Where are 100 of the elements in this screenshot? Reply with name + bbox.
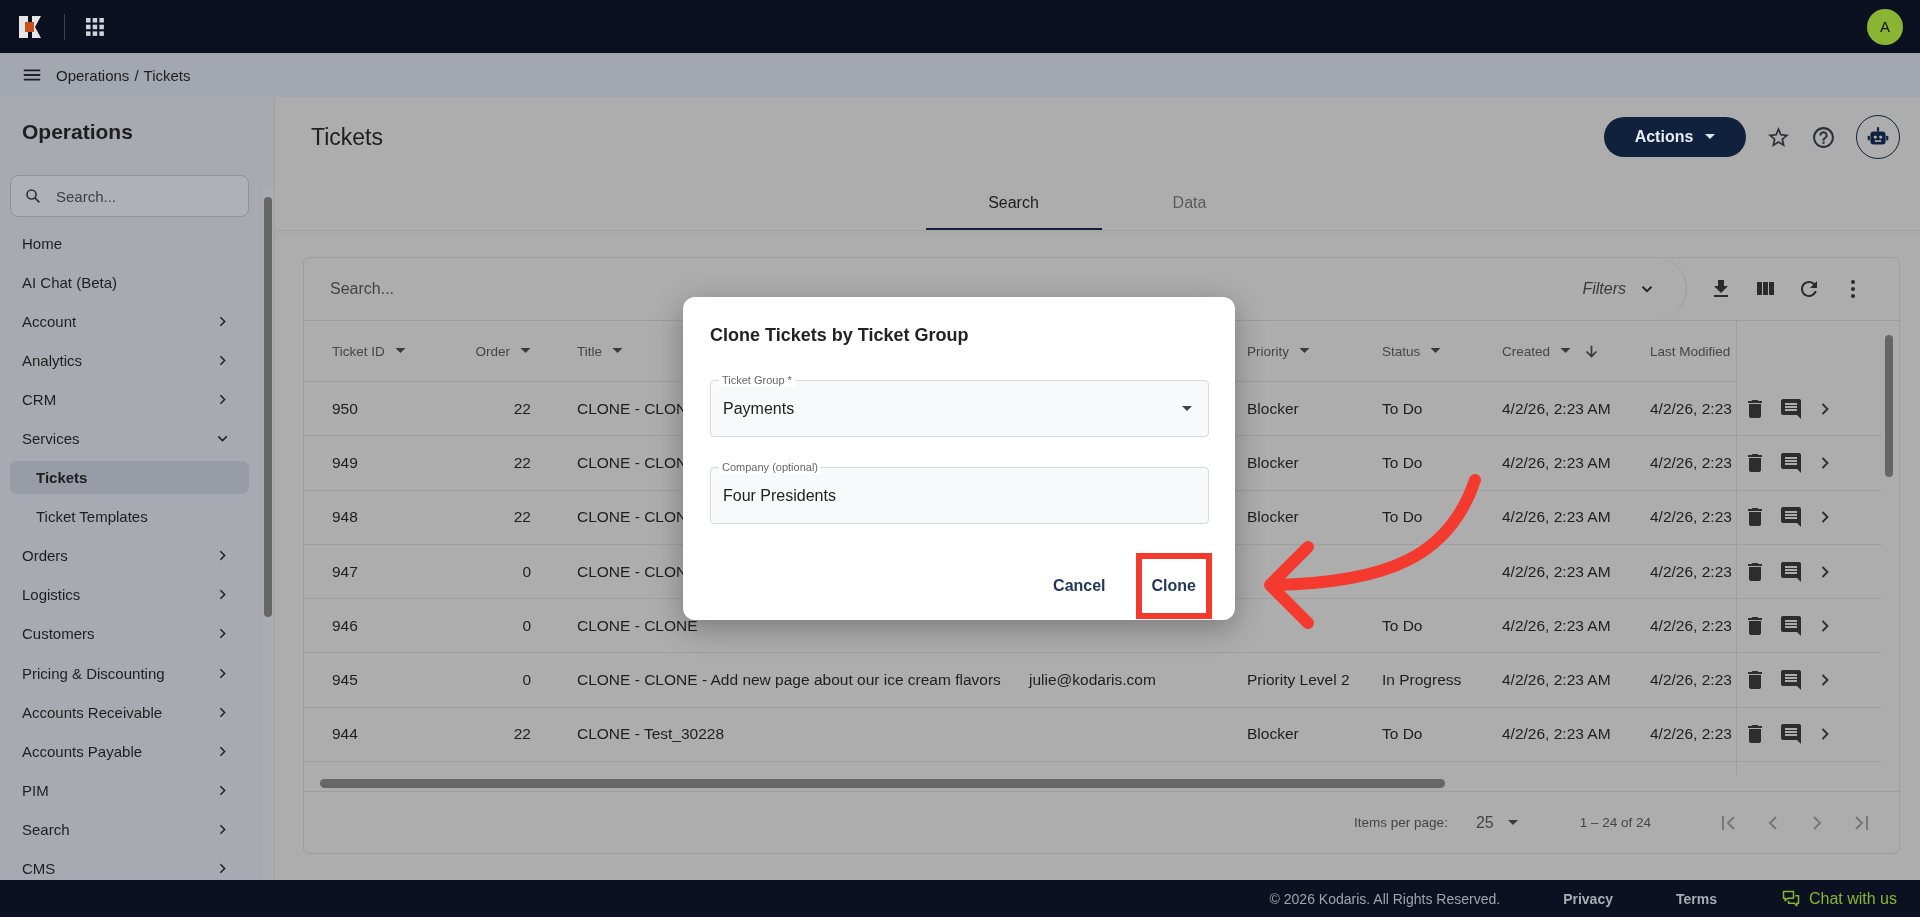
table-cell: 946: [332, 616, 358, 635]
table-cell: 4/2/26, 2:23: [1650, 453, 1732, 472]
table-cell: Blocker: [1247, 725, 1299, 744]
dialog-button[interactable]: Cancel: [1037, 553, 1122, 619]
sidebar-item[interactable]: AI Chat (Beta): [10, 271, 249, 294]
column-header[interactable]: Last Modified: [1650, 343, 1731, 359]
table-cell: 4/2/26, 2:23: [1650, 399, 1732, 418]
table-cell: Priority Level 2: [1247, 671, 1350, 690]
sidebar-subitem[interactable]: Ticket Templates: [10, 505, 249, 528]
table-cell: 945: [332, 671, 358, 690]
sidebar-subitem[interactable]: Tickets: [10, 461, 249, 495]
sidebar-item[interactable]: Search: [10, 818, 249, 841]
table-cell: 4/2/26, 2:23: [1650, 616, 1732, 635]
caret-icon[interactable]: [520, 348, 531, 354]
actions-button[interactable]: Actions: [1604, 117, 1746, 157]
table-cell: julie@kodaris.com: [1029, 671, 1156, 690]
column-header[interactable]: Status: [1382, 343, 1421, 359]
table-cell: 4/2/26, 2:23 AM: [1502, 399, 1611, 418]
table-cell: 0: [522, 671, 531, 690]
sidebar-item[interactable]: Analytics: [10, 349, 249, 372]
caret-icon[interactable]: [612, 348, 623, 354]
caret-icon[interactable]: [394, 348, 406, 354]
caret-icon: [1182, 405, 1192, 412]
table-cell: In Progress: [1382, 671, 1462, 690]
column-header[interactable]: Created: [1502, 343, 1551, 359]
table-cell: 4/2/26, 2:23: [1650, 671, 1732, 690]
dialog-button[interactable]: Clone: [1135, 553, 1212, 619]
table-cell: 0: [522, 616, 531, 635]
table-cell: CLONE - Test_30228: [577, 725, 725, 744]
table-cell: Blocker: [1247, 453, 1299, 472]
sidebar-item[interactable]: Pricing & Discounting: [10, 662, 249, 685]
table-cell: 22: [513, 508, 531, 527]
sidebar-item[interactable]: Home: [10, 232, 249, 254]
page-range: 1 – 24 of 24: [1579, 815, 1651, 830]
table-cell: To Do: [1382, 453, 1423, 472]
breadcrumb-link[interactable]: Tickets: [143, 66, 191, 84]
comment-icon[interactable]: [1779, 559, 1803, 584]
apps-grid-icon[interactable]: [85, 16, 105, 37]
comment-icon[interactable]: [1779, 450, 1803, 475]
table-cell: 4/2/26, 2:23 AM: [1502, 725, 1611, 744]
user-avatar[interactable]: A: [1867, 8, 1903, 45]
sidebar-item[interactable]: CRM: [10, 388, 249, 411]
caret-icon[interactable]: [1430, 348, 1442, 354]
logo-icon[interactable]: [18, 14, 42, 39]
footer-link[interactable]: Terms: [1675, 890, 1717, 907]
table-cell: CLONE - CLONE - Add new page about our ice cream flavors: [577, 671, 1001, 690]
table-cell: 4/2/26, 2:23: [1650, 562, 1732, 581]
table-cell: Blocker: [1247, 399, 1299, 418]
sidebar-item[interactable]: Customers: [10, 622, 249, 645]
chat-bubbles-icon: [1780, 888, 1801, 909]
sidebar-item[interactable]: Orders: [10, 544, 249, 567]
table-cell: 4/2/26, 2:23: [1650, 725, 1732, 744]
breadcrumb-separator: /: [134, 66, 139, 84]
table-search-field[interactable]: Search...: [330, 280, 1563, 298]
help-icon[interactable]: [1811, 124, 1836, 150]
table-horizontal-scrollbar[interactable]: [304, 776, 1899, 792]
sidebar-item[interactable]: CMS: [10, 857, 249, 880]
table-cell: 4/2/26, 2:23 AM: [1502, 508, 1611, 527]
comment-icon[interactable]: [1779, 613, 1803, 638]
table-cell: 948: [332, 508, 358, 527]
sidebar-item[interactable]: Services: [10, 427, 249, 450]
copyright-text: © 2026 Kodaris. All Rights Reserved.: [1269, 890, 1501, 907]
star-icon[interactable]: [1766, 124, 1791, 150]
sidebar-item[interactable]: Logistics: [10, 583, 249, 606]
table-cell: 4/2/26, 2:23 AM: [1502, 671, 1611, 690]
sidebar-item[interactable]: Account: [10, 310, 249, 333]
column-header[interactable]: Order: [475, 343, 510, 359]
table-cell: 4/2/26, 2:23 AM: [1502, 453, 1611, 472]
sidebar-title: Operations: [21, 119, 134, 145]
table-cell: To Do: [1382, 616, 1423, 635]
sidebar-search-field[interactable]: Search...: [10, 175, 249, 217]
table-cell: 947: [332, 562, 358, 581]
caret-icon[interactable]: [1560, 348, 1572, 354]
sidebar-item[interactable]: Accounts Payable: [10, 740, 249, 763]
column-header[interactable]: Ticket ID: [332, 343, 385, 359]
table-cell: To Do: [1382, 508, 1423, 527]
footer-link[interactable]: Privacy: [1563, 890, 1613, 907]
sidebar-item[interactable]: Accounts Receivable: [10, 701, 249, 724]
dialog-title: Clone Tickets by Ticket Group: [710, 324, 970, 347]
sidebar-item[interactable]: PIM: [10, 779, 249, 802]
table-cell: 950: [332, 399, 358, 418]
table-cell: 4/2/26, 2:23 AM: [1502, 562, 1611, 581]
caret-icon: [1705, 134, 1716, 140]
filters-button[interactable]: Filters: [1562, 258, 1687, 320]
comment-icon[interactable]: [1779, 396, 1803, 421]
caret-icon[interactable]: [1299, 348, 1310, 354]
column-header[interactable]: Priority: [1247, 343, 1289, 359]
page-size-select[interactable]: 25: [1469, 812, 1524, 833]
chat-button[interactable]: Chat with us: [1780, 888, 1897, 909]
table-cell: 4/2/26, 2:23 AM: [1502, 616, 1611, 635]
table-cell: 949: [332, 453, 358, 472]
table-cell: To Do: [1382, 399, 1423, 418]
table-cell: 22: [513, 453, 531, 472]
column-header[interactable]: Title: [577, 343, 602, 359]
page-title: Tickets: [311, 123, 383, 151]
breadcrumb-link[interactable]: Operations: [56, 66, 130, 84]
table-cell: To Do: [1382, 725, 1423, 744]
table-cell: 4/2/26, 2:23: [1650, 508, 1732, 527]
table-cell: CLONE - CLONE: [577, 616, 698, 635]
table-cell: 22: [513, 725, 531, 744]
